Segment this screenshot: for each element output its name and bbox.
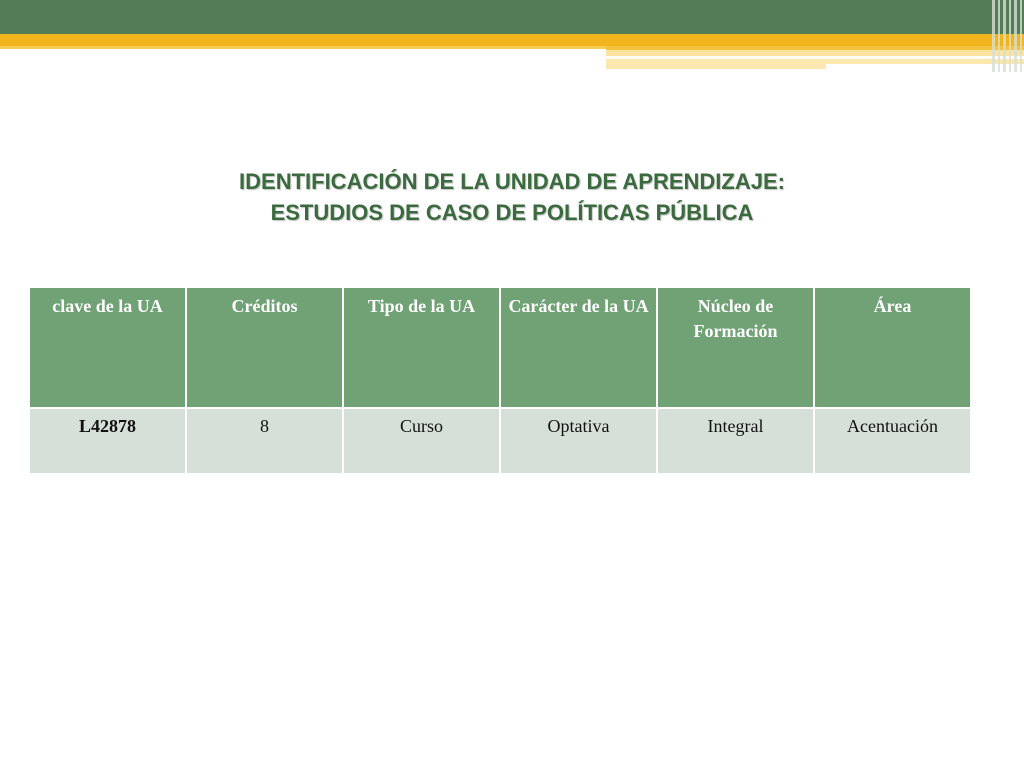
banner-gold-line [0,46,606,49]
header-cell-nucleo: Núcleo de Formación [656,286,815,409]
cell-caracter: Optativa [499,407,658,475]
banner-vertical-stripes [990,0,1024,72]
header-cell-area: Área [813,286,972,409]
learning-unit-table: clave de la UA Créditos Tipo de la UA Ca… [28,286,972,475]
header-cell-clave: clave de la UA [28,286,187,409]
slide-title: IDENTIFICACIÓN DE LA UNIDAD DE APRENDIZA… [0,166,1024,228]
cell-area: Acentuación [813,407,972,475]
cell-creditos: 8 [185,407,344,475]
banner-green-band [0,0,1024,34]
cell-clave: L42878 [28,407,187,475]
cell-nucleo: Integral [656,407,815,475]
header-cell-creditos: Créditos [185,286,344,409]
table-row: L42878 8 Curso Optativa Integral Acentua… [28,407,972,475]
banner-gold-band [0,34,1024,46]
slide-title-line-2: ESTUDIOS DE CASO DE POLÍTICAS PÚBLICA [270,200,754,225]
header-cell-caracter: Carácter de la UA [499,286,658,409]
slide-title-line-1: IDENTIFICACIÓN DE LA UNIDAD DE APRENDIZA… [239,169,785,194]
header-cell-tipo: Tipo de la UA [342,286,501,409]
top-decorative-banner [0,0,1024,72]
banner-pale-line [606,64,826,69]
cell-tipo: Curso [342,407,501,475]
table-header-row: clave de la UA Créditos Tipo de la UA Ca… [28,286,972,409]
